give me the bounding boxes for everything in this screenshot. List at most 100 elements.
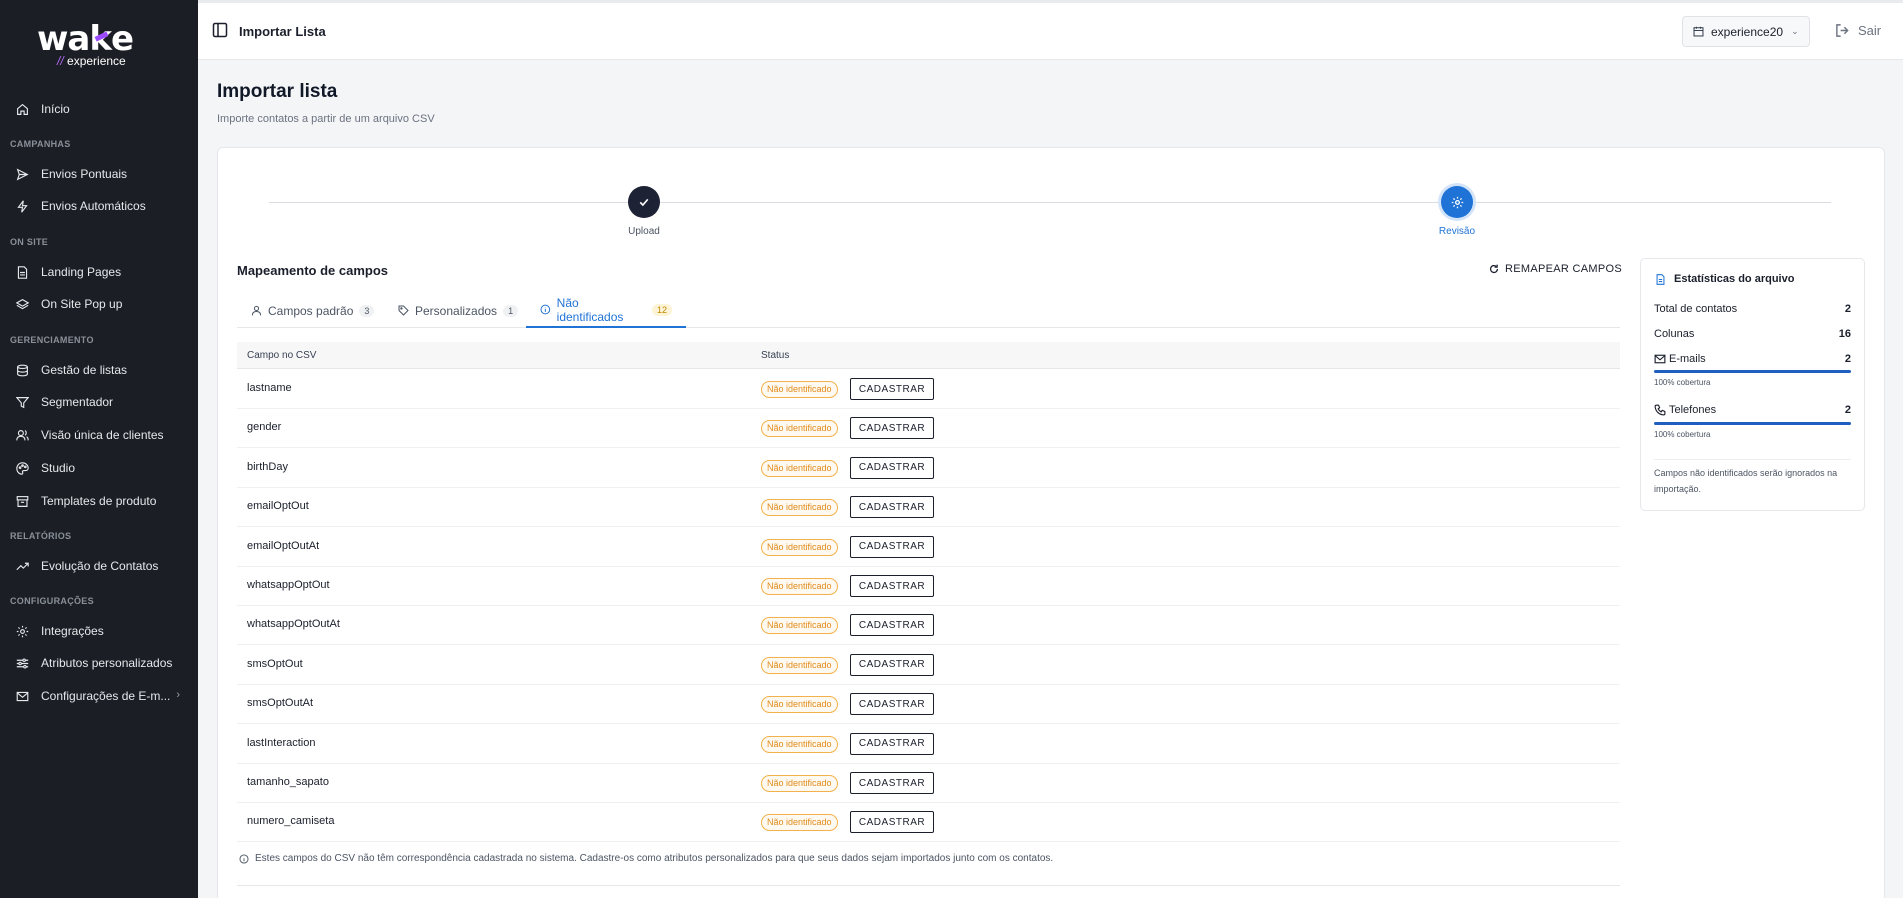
sidebar-item-configuracoes-email[interactable]: Configurações de E-m... › [0,682,198,710]
tab-campos-padrao[interactable]: Campos padrão 3 [237,293,388,328]
table-row: numero_camiseta Não identificado CADASTRAR [237,802,1620,843]
divider [237,885,1620,886]
phone-icon [1654,404,1666,416]
sidebar-item-inicio[interactable]: Início [0,95,198,123]
register-button[interactable]: CADASTRAR [850,732,934,755]
sidebar-item-envios-pontuais[interactable]: Envios Pontuais [0,160,198,188]
register-button[interactable]: CADASTRAR [850,811,934,834]
sidebar-item-envios-automaticos[interactable]: Envios Automáticos [0,192,198,220]
sidebar-toggle-icon[interactable] [212,22,228,38]
table-row: birthDay Não identificado CADASTRAR [237,448,1620,488]
step-revisao-dot[interactable] [1441,186,1473,218]
stepper-line [269,202,1831,203]
stat-label: Colunas [1654,328,1695,340]
page-title: Importar lista [217,81,338,102]
table-row: whatsappOptOutAt Não identificado CADASTRA… [237,605,1620,646]
stat-phones: Telefones 2 [1654,404,1851,416]
stat-value: 16 [1838,328,1851,340]
topbar: Importar Lista experience20 ⌄ Sair [198,0,1903,60]
register-button[interactable]: CADASTRAR [850,653,934,676]
stat-value: 2 [1844,353,1851,365]
home-icon [17,103,28,115]
check-icon [639,198,649,207]
sidebar-item-label: Landing Pages [41,265,122,279]
tab-personalizados[interactable]: Personalizados 1 [384,293,532,328]
status-badge: Não identificado [761,735,838,753]
mail-icon [16,691,29,701]
sidebar-item-label: Configurações de E-m... [41,689,171,703]
stat-value: 2 [1844,303,1851,315]
sidebar-item-segmentador[interactable]: Segmentador [0,388,198,416]
stats-title: Estatísticas do arquivo [1674,273,1795,285]
status-badge: Não identificado [761,459,838,477]
sidebar-item-integracoes[interactable]: Integrações [0,617,198,645]
register-button[interactable]: CADASTRAR [850,693,934,716]
trend-icon [16,562,29,570]
filter-icon [16,396,29,408]
table-row: tamanho_sapato Não identificado CADASTRAR [237,763,1620,803]
csv-field-name: emailOptOutAt [247,539,320,552]
sidebar-item-label: On Site Pop up [41,297,123,311]
logout-button[interactable]: Sair [1835,23,1881,38]
gear-icon [16,625,29,637]
table-row: gender Não identificado CADASTRAR [237,408,1620,449]
table-row: smsOptOutAt Não identificado CADASTRAR [237,684,1620,725]
register-button[interactable]: CADASTRAR [850,378,934,400]
register-button[interactable]: CADASTRAR [850,417,934,440]
csv-field-name: lastInteraction [247,736,316,749]
sidebar-item-landing-pages[interactable]: Landing Pages [0,258,198,286]
sidebar-item-on-site-pop-up[interactable]: On Site Pop up [0,290,198,318]
csv-field-name: whatsappOptOut [247,579,330,591]
sidebar-item-visao-unica[interactable]: Visão única de clientes [0,421,198,449]
workspace-name: experience20 [1711,24,1784,39]
csv-field-name: smsOptOutAt [247,697,314,710]
csv-field-name: gender [247,421,282,434]
info-icon [239,853,249,864]
sidebar-item-studio[interactable]: Studio [0,454,198,482]
tab-label: Não identificados [556,295,624,324]
status-badge: Não identificado [761,499,838,517]
sidebar-item-label: Integrações [41,624,104,638]
table-row: lastname Não identificado CADASTRAR [237,369,1620,409]
step-upload-dot[interactable] [628,186,660,218]
stat-columns: Colunas 16 [1654,328,1851,340]
status-badge: Não identificado [761,656,838,674]
tab-nao-identificados[interactable]: Não identificados 12 [526,293,686,328]
wake-logo[interactable]: wake // experience [37,22,137,72]
stats-note: Campos não identificados serão ignorados… [1654,468,1838,494]
stat-label: Telefones [1654,404,1716,416]
sidebar-section-campanhas: CAMPANHAS [10,139,71,149]
status-badge: Não identificado [761,420,838,438]
sidebar-item-gestao-de-listas[interactable]: Gestão de listas [0,356,198,384]
sidebar: wake // experience Início CAMPANHAS Envi… [0,0,198,898]
sidebar-section-relatorios: RELATÓRIOS [10,531,72,541]
document-icon [1656,273,1665,285]
tab-count: 3 [359,304,375,317]
remap-fields-button[interactable]: REMAPEAR CAMPOS [1489,263,1622,275]
sliders-icon [16,657,29,669]
register-button[interactable]: CADASTRAR [850,575,934,597]
tab-label: Personalizados [415,303,498,318]
sidebar-item-label: Segmentador [41,395,114,409]
archive-icon [16,495,29,507]
register-button[interactable]: CADASTRAR [850,772,934,794]
csv-field-name: emailOptOut [247,500,309,513]
send-icon [16,168,29,180]
register-button[interactable]: CADASTRAR [850,614,934,637]
register-button[interactable]: CADASTRAR [850,535,934,558]
gear-icon [1451,196,1463,208]
csv-field-name: tamanho_sapato [247,776,329,788]
database-icon [17,364,28,376]
sidebar-item-evolucao-de-contatos[interactable]: Evolução de Contatos [0,552,198,580]
layers-icon [16,298,29,309]
status-badge: Não identificado [761,696,838,714]
user-icon [251,305,262,316]
sidebar-item-atributos-personalizados[interactable]: Atributos personalizados [0,649,198,677]
file-stats-panel: Estatísticas do arquivo Total de contato… [1640,258,1865,511]
sidebar-item-templates-de-produto[interactable]: Templates de produto [0,487,198,515]
page-subtitle: Importe contatos a partir de um arquivo … [217,113,435,125]
table-row: whatsappOptOut Não identificado CADASTRAR [237,566,1620,606]
workspace-selector[interactable]: experience20 ⌄ [1682,16,1810,47]
register-button[interactable]: CADASTRAR [850,496,934,519]
register-button[interactable]: CADASTRAR [850,456,934,479]
